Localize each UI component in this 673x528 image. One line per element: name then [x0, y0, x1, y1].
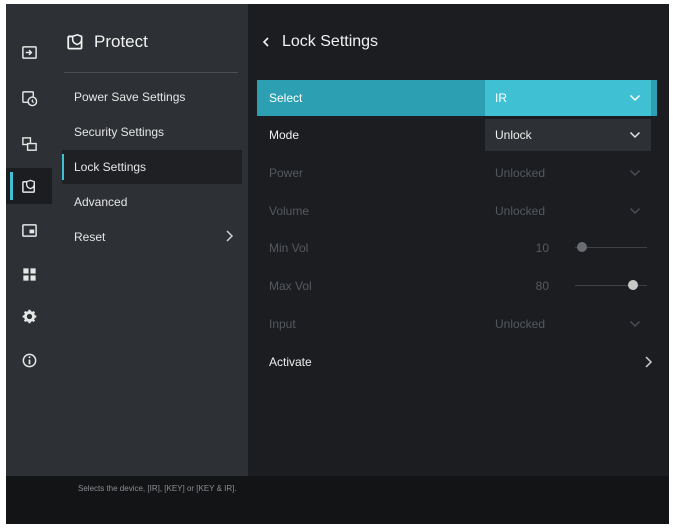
- rail-protect[interactable]: [6, 168, 52, 204]
- chevron-right-icon: [226, 230, 234, 242]
- row-volume: Volume Unlocked: [257, 193, 657, 229]
- chevron-down-icon: [629, 131, 641, 139]
- rail-info[interactable]: [6, 342, 52, 378]
- row-label: Select: [269, 91, 303, 105]
- protect-icon: [67, 33, 83, 50]
- protect-menu: Protect Power Save Settings Security Set…: [52, 4, 248, 476]
- row-label: Activate: [269, 355, 312, 369]
- menu-item-label: Security Settings: [74, 125, 165, 139]
- menu-item-security-settings[interactable]: Security Settings: [62, 115, 242, 149]
- row-label: Max Vol: [269, 279, 312, 293]
- dropdown-value: Unlocked: [495, 317, 546, 331]
- chevron-left-icon[interactable]: [260, 35, 272, 49]
- panel-title-text: Lock Settings: [282, 33, 379, 50]
- power-dropdown: Unlocked: [485, 155, 651, 191]
- rail-input[interactable]: [6, 34, 52, 70]
- max-vol-slider-thumb: [627, 280, 638, 290]
- menu-item-label: Reset: [74, 230, 106, 244]
- menu-item-label: Power Save Settings: [74, 90, 186, 104]
- chevron-down-icon: [629, 207, 641, 215]
- rail-schedule[interactable]: [6, 80, 52, 116]
- chevron-down-icon: [629, 320, 641, 328]
- volume-dropdown: Unlocked: [485, 193, 651, 229]
- help-text: Selects the device, [IR], [KEY] or [KEY …: [78, 484, 237, 493]
- menu-item-advanced[interactable]: Advanced: [62, 185, 242, 219]
- icon-rail: [6, 4, 52, 476]
- select-dropdown[interactable]: IR: [485, 80, 651, 116]
- row-activate[interactable]: Activate: [257, 344, 657, 380]
- menu-item-lock-settings[interactable]: Lock Settings: [62, 150, 242, 184]
- min-vol-value: 10: [535, 241, 549, 255]
- divider: [64, 72, 238, 73]
- osd-screen: Protect Power Save Settings Security Set…: [6, 4, 669, 524]
- row-label: Min Vol: [269, 241, 309, 255]
- rail-multi-display[interactable]: [6, 126, 52, 162]
- row-input: Input Unlocked: [257, 306, 657, 342]
- row-max-vol: Max Vol 80: [257, 268, 657, 304]
- max-vol-value: 80: [535, 279, 549, 293]
- row-label: Input: [269, 317, 296, 331]
- row-power: Power Unlocked: [257, 155, 657, 191]
- panel-title: Lock Settings: [260, 28, 378, 56]
- protect-icon: [21, 179, 35, 193]
- row-label: Power: [269, 166, 304, 180]
- chevron-right-icon: [645, 356, 653, 368]
- menu-item-label: Advanced: [74, 195, 128, 209]
- info-icon: [22, 353, 36, 367]
- lock-settings-panel: Lock Settings Select IR Mode Unlock Powe…: [248, 4, 669, 476]
- rail-grid[interactable]: [6, 256, 52, 292]
- row-mode[interactable]: Mode Unlock: [257, 117, 657, 153]
- dropdown-value: Unlocked: [495, 204, 546, 218]
- menu-item-label: Lock Settings: [74, 160, 147, 174]
- dropdown-value: Unlocked: [495, 166, 546, 180]
- grid-icon: [22, 267, 36, 281]
- help-bar: Selects the device, [IR], [KEY] or [KEY …: [6, 476, 669, 524]
- input-dropdown: Unlocked: [485, 306, 651, 342]
- rail-pip[interactable]: [6, 212, 52, 248]
- picture-in-picture-icon: [21, 223, 37, 237]
- row-label: Mode: [269, 128, 300, 142]
- menu-title: Protect: [66, 28, 148, 56]
- input-icon: [21, 45, 37, 59]
- row-min-vol: Min Vol 10: [257, 230, 657, 266]
- chevron-down-icon: [629, 94, 641, 102]
- chevron-down-icon: [629, 169, 641, 177]
- menu-title-text: Protect: [94, 32, 148, 51]
- rail-settings[interactable]: [6, 298, 52, 334]
- menu-item-reset[interactable]: Reset: [62, 220, 242, 254]
- min-vol-slider-thumb: [577, 242, 588, 252]
- gear-icon: [22, 309, 36, 323]
- mode-dropdown[interactable]: Unlock: [485, 119, 651, 151]
- clock-icon: [21, 90, 37, 106]
- row-select[interactable]: Select IR: [257, 80, 657, 116]
- dropdown-value: Unlock: [495, 128, 532, 142]
- row-label: Volume: [269, 204, 310, 218]
- multi-display-icon: [21, 136, 37, 151]
- menu-item-power-save-settings[interactable]: Power Save Settings: [62, 80, 242, 114]
- dropdown-value: IR: [495, 91, 507, 105]
